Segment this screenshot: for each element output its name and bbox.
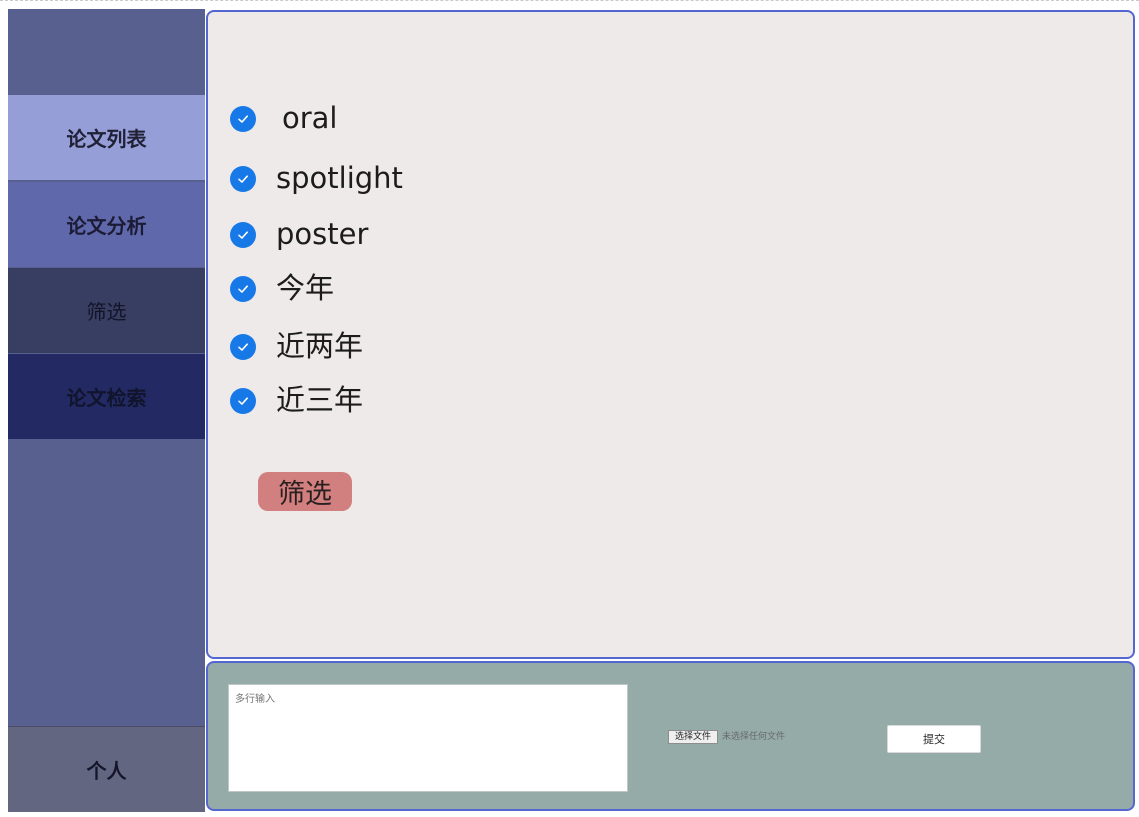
sidebar: 论文列表 论文分析 筛选 论文检索 个人 xyxy=(8,9,205,812)
sidebar-item-personal[interactable]: 个人 xyxy=(8,726,205,812)
sidebar-item-paper-search[interactable]: 论文检索 xyxy=(8,354,205,439)
filter-option-label: 近三年 xyxy=(276,383,364,417)
page-top-border xyxy=(0,0,1139,1)
file-status-text: 未选择任何文件 xyxy=(722,732,786,742)
checkbox-checked-icon[interactable] xyxy=(230,333,256,360)
sidebar-item-paper-analysis[interactable]: 论文分析 xyxy=(8,182,205,267)
filter-option-oral[interactable]: oral xyxy=(230,104,338,133)
filter-option-label: oral xyxy=(282,101,338,135)
filter-option-spotlight[interactable]: spotlight xyxy=(230,164,403,193)
sidebar-item-label: 论文分析 xyxy=(66,214,147,238)
filter-button[interactable]: 筛选 xyxy=(258,472,352,511)
choose-file-button[interactable]: 选择文件 xyxy=(668,730,718,744)
multiline-input[interactable] xyxy=(228,684,628,792)
upload-panel: 选择文件 未选择任何文件 提交 xyxy=(206,661,1135,811)
checkbox-checked-icon[interactable] xyxy=(230,387,256,414)
filter-option-label: 今年 xyxy=(276,271,335,305)
filter-option-label: spotlight xyxy=(276,161,403,195)
checkbox-checked-icon[interactable] xyxy=(230,165,256,192)
filter-option-last-two-years[interactable]: 近两年 xyxy=(230,332,363,361)
sidebar-item-filter[interactable]: 筛选 xyxy=(8,268,205,353)
sidebar-item-label: 论文检索 xyxy=(66,386,147,410)
checkbox-checked-icon[interactable] xyxy=(230,105,256,132)
sidebar-item-paper-list[interactable]: 论文列表 xyxy=(8,95,205,180)
checkbox-checked-icon[interactable] xyxy=(230,275,256,302)
sidebar-item-label: 筛选 xyxy=(86,300,127,324)
checkbox-checked-icon[interactable] xyxy=(230,221,256,248)
filter-option-label: 近两年 xyxy=(276,329,364,363)
filter-option-this-year[interactable]: 今年 xyxy=(230,274,334,303)
filter-option-poster[interactable]: poster xyxy=(230,220,368,249)
filter-option-last-three-years[interactable]: 近三年 xyxy=(230,386,363,415)
sidebar-item-label: 论文列表 xyxy=(66,127,147,151)
filter-option-label: poster xyxy=(276,217,369,251)
sidebar-item-label: 个人 xyxy=(86,759,127,783)
submit-button[interactable]: 提交 xyxy=(887,725,981,753)
filter-panel: oral spotlight poster 今年 近两年 近三年 筛选 xyxy=(206,10,1135,659)
